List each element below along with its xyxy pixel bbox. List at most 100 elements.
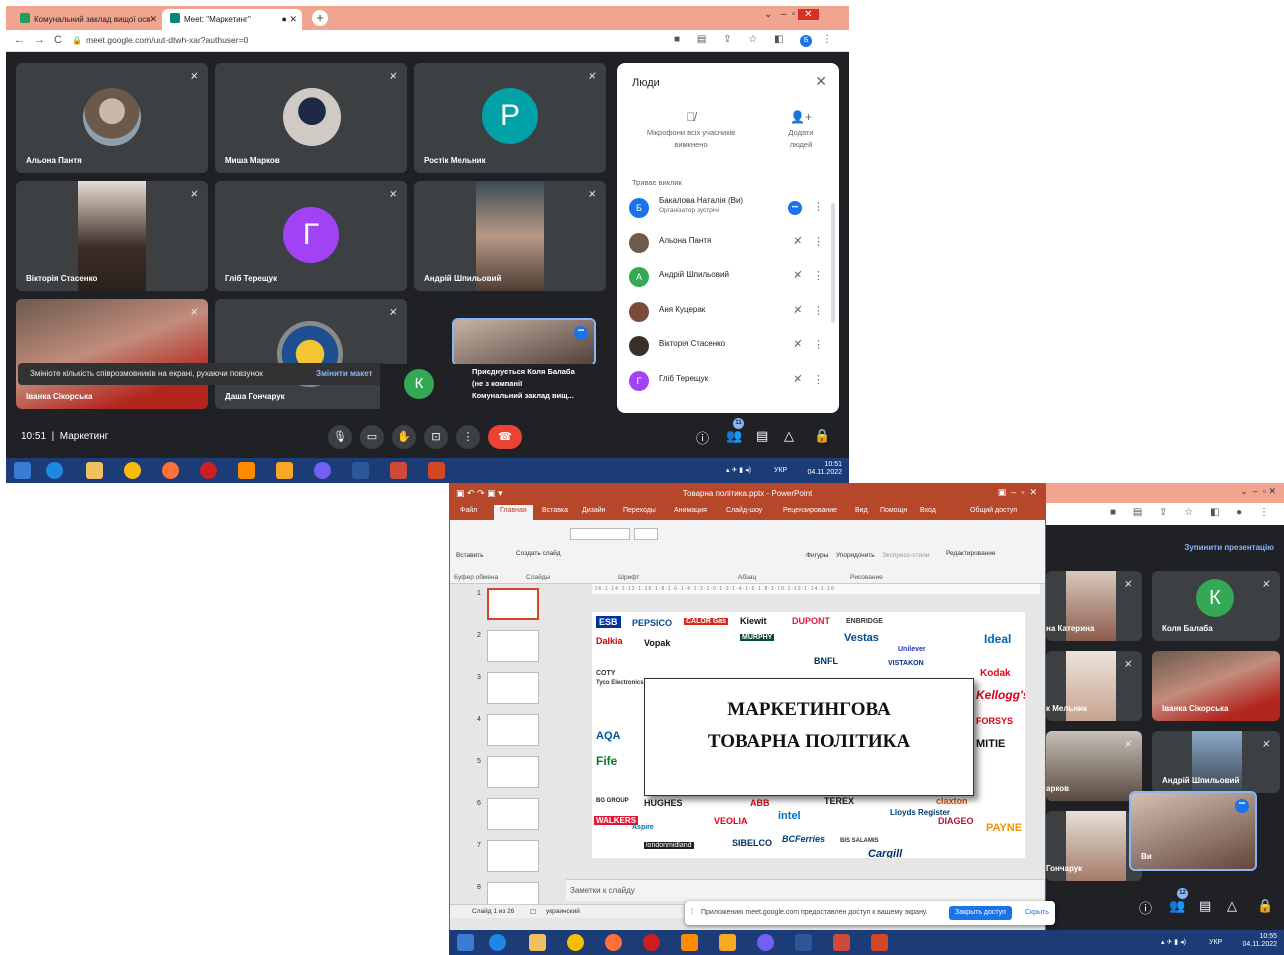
close-icon[interactable]: ✕ [149,9,157,30]
participant-tile[interactable]: ✕̸ на Катерина [1046,571,1142,641]
participant-row[interactable]: Вікторія Стасенко ✕̸ ⋮ [627,332,832,360]
app-icon[interactable] [276,462,293,479]
scrollbar[interactable] [831,203,835,323]
more-options-icon[interactable]: ⋮ [813,200,824,213]
tab-animations[interactable]: Анимация [674,507,707,514]
language-indicator[interactable]: УКР [774,467,787,475]
raise-hand-button[interactable]: ✋ [392,425,416,449]
tab-help[interactable]: Помощн [880,507,907,514]
tab-slideshow[interactable]: Слайд-шоу [726,507,762,514]
font-name-select[interactable] [570,528,630,540]
word-icon[interactable] [795,934,812,951]
slide-thumbnail[interactable] [487,588,539,620]
shapes-button[interactable]: Фигуры [806,552,828,559]
more-options-icon[interactable]: ⋮ [813,269,824,282]
opera-icon[interactable] [200,462,217,479]
chat-icon[interactable]: ▤ [756,428,768,444]
participant-tile[interactable]: ✕̸ Іванка Сікорська [16,299,208,409]
participant-row[interactable]: Альона Пантя ✕̸ ⋮ [627,229,832,257]
participant-row[interactable]: Б Бакалова Наталія (Ви) Організатор зуст… [627,194,832,222]
present-button[interactable]: ⊡ [424,425,448,449]
people-icon[interactable]: 👥 [1169,898,1185,914]
opera-icon[interactable] [643,934,660,951]
clock[interactable]: 10:55 04.11.2022 [1231,933,1277,949]
more-options-icon[interactable]: ⋮ [813,373,824,386]
hide-button[interactable]: Скрыть [1025,909,1049,916]
mic-off-icon[interactable]: ✕̸ [794,374,802,385]
profile-avatar[interactable]: Б [800,35,813,47]
tab-file[interactable]: Файл [460,507,477,514]
slide-thumbnail[interactable] [487,798,539,830]
host-controls-icon[interactable]: 🔒 [1257,898,1273,914]
chrome-window-icon[interactable] [833,934,850,951]
participant-tile[interactable]: ✕̸ к Мельник [1046,651,1142,721]
more-options-button[interactable]: ⋮ [456,425,480,449]
explorer-icon[interactable] [529,934,546,951]
vlc-icon[interactable] [681,934,698,951]
activities-icon[interactable]: △ [1227,898,1237,914]
self-video-tile[interactable]: ••• [452,318,596,366]
share-button[interactable]: Общий доступ [970,507,1017,514]
more-options-icon[interactable]: ⋮ [813,338,824,351]
participant-tile[interactable]: ✕̸ Даша Гончарук [215,299,407,409]
participant-tile[interactable]: Іванка Сікорська [1152,651,1280,721]
browser-tab-active[interactable]: Meet: "Маркетинг" ● ✕ [162,9,302,30]
mic-off-icon[interactable]: ✕̸ [794,305,802,316]
chrome-icon[interactable] [124,462,141,479]
firefox-icon[interactable] [605,934,622,951]
slide-thumbnail[interactable] [487,756,539,788]
tab-review[interactable]: Рецензирование [783,507,837,514]
close-icon[interactable]: ● ✕ [282,9,297,30]
browser-tab[interactable]: Комунальний заклад вищої осв ✕ [12,9,162,30]
sign-in-link[interactable]: Вход [920,507,936,514]
extension-icons[interactable]: ■ ▤ ⇪ ☆ ◧ Б ⋮ [674,34,839,47]
stop-sharing-button[interactable]: Закрыть доступ [949,906,1012,920]
reload-icon[interactable]: C [54,34,62,46]
tab-insert[interactable]: Вставка [542,507,568,514]
participant-tile[interactable]: ✕̸ Андрій Шпильовий [414,181,606,291]
slide-canvas[interactable]: ESB PEPSICO CALOR Gas Kiewit DUPONT ENBR… [592,612,1025,858]
extension-icons[interactable]: ■ ▤ ⇪ ☆ ◧ ● ⋮ [1110,507,1276,518]
camera-button[interactable]: ▭ [360,425,384,449]
quick-styles-button[interactable]: Экспресс-стили [882,552,930,559]
word-icon[interactable] [352,462,369,479]
mic-off-icon[interactable]: ✕̸ [794,270,802,281]
tray-icons[interactable]: ▴ ✈ ▮ ◂) [1161,939,1186,947]
new-slide-button[interactable]: Создать слайд [516,550,561,557]
slide-notes[interactable]: Заметки к слайду [566,879,1044,901]
url-field[interactable]: meet.google.com/uut-dtwh-xar?authuser=0 [86,35,248,45]
participant-tile[interactable]: К ✕̸ Коля Балаба [1152,571,1280,641]
window-controls[interactable]: ▣ – ▫ ✕ [998,487,1037,498]
explorer-icon[interactable] [86,462,103,479]
participant-tile[interactable]: Гончарук [1046,811,1142,881]
ie-icon[interactable] [489,934,506,951]
tab-home[interactable]: Главная [494,505,533,520]
mic-off-icon[interactable]: ✕̸ [794,339,802,350]
slide-thumbnail[interactable] [487,630,539,662]
viber-icon[interactable] [757,934,774,951]
app-icon[interactable] [719,934,736,951]
vlc-icon[interactable] [238,462,255,479]
viber-icon[interactable] [314,462,331,479]
participant-tile[interactable]: ✕̸ Альона Пантя [16,63,208,173]
participant-row[interactable]: Аня Куцерак ✕̸ ⋮ [627,298,832,326]
close-icon[interactable]: ✕ [815,73,827,90]
tray-icons[interactable]: ▴ ✈ ▮ ◂) [726,467,751,475]
participant-tile[interactable]: ✕̸ Вікторія Стасенко [16,181,208,291]
self-video-tile[interactable]: ••• Ви [1129,791,1257,871]
powerpoint-icon[interactable] [428,462,445,479]
start-icon[interactable] [14,462,31,479]
mic-off-icon[interactable]: ✕̸ [794,236,802,247]
ie-icon[interactable] [46,462,63,479]
more-options-icon[interactable]: ⋮ [813,235,824,248]
participant-row[interactable]: Г Гліб Терещук ✕̸ ⋮ [627,367,832,395]
participant-tile[interactable]: ✕̸ Андрій Шпильовий [1152,731,1280,793]
participant-tile[interactable]: Р ✕̸ Ростік Мельник [414,63,606,173]
participant-tile[interactable]: ✕̸ Миша Марков [215,63,407,173]
window-controls[interactable]: ⌄ – ▫ ✕ [764,9,819,20]
participant-tile[interactable]: ✕̸ арков [1046,731,1142,801]
forward-icon[interactable]: → [34,34,45,46]
tab-transitions[interactable]: Переходы [623,507,656,514]
chrome-icon[interactable] [567,934,584,951]
tab-view[interactable]: Вид [855,507,868,514]
